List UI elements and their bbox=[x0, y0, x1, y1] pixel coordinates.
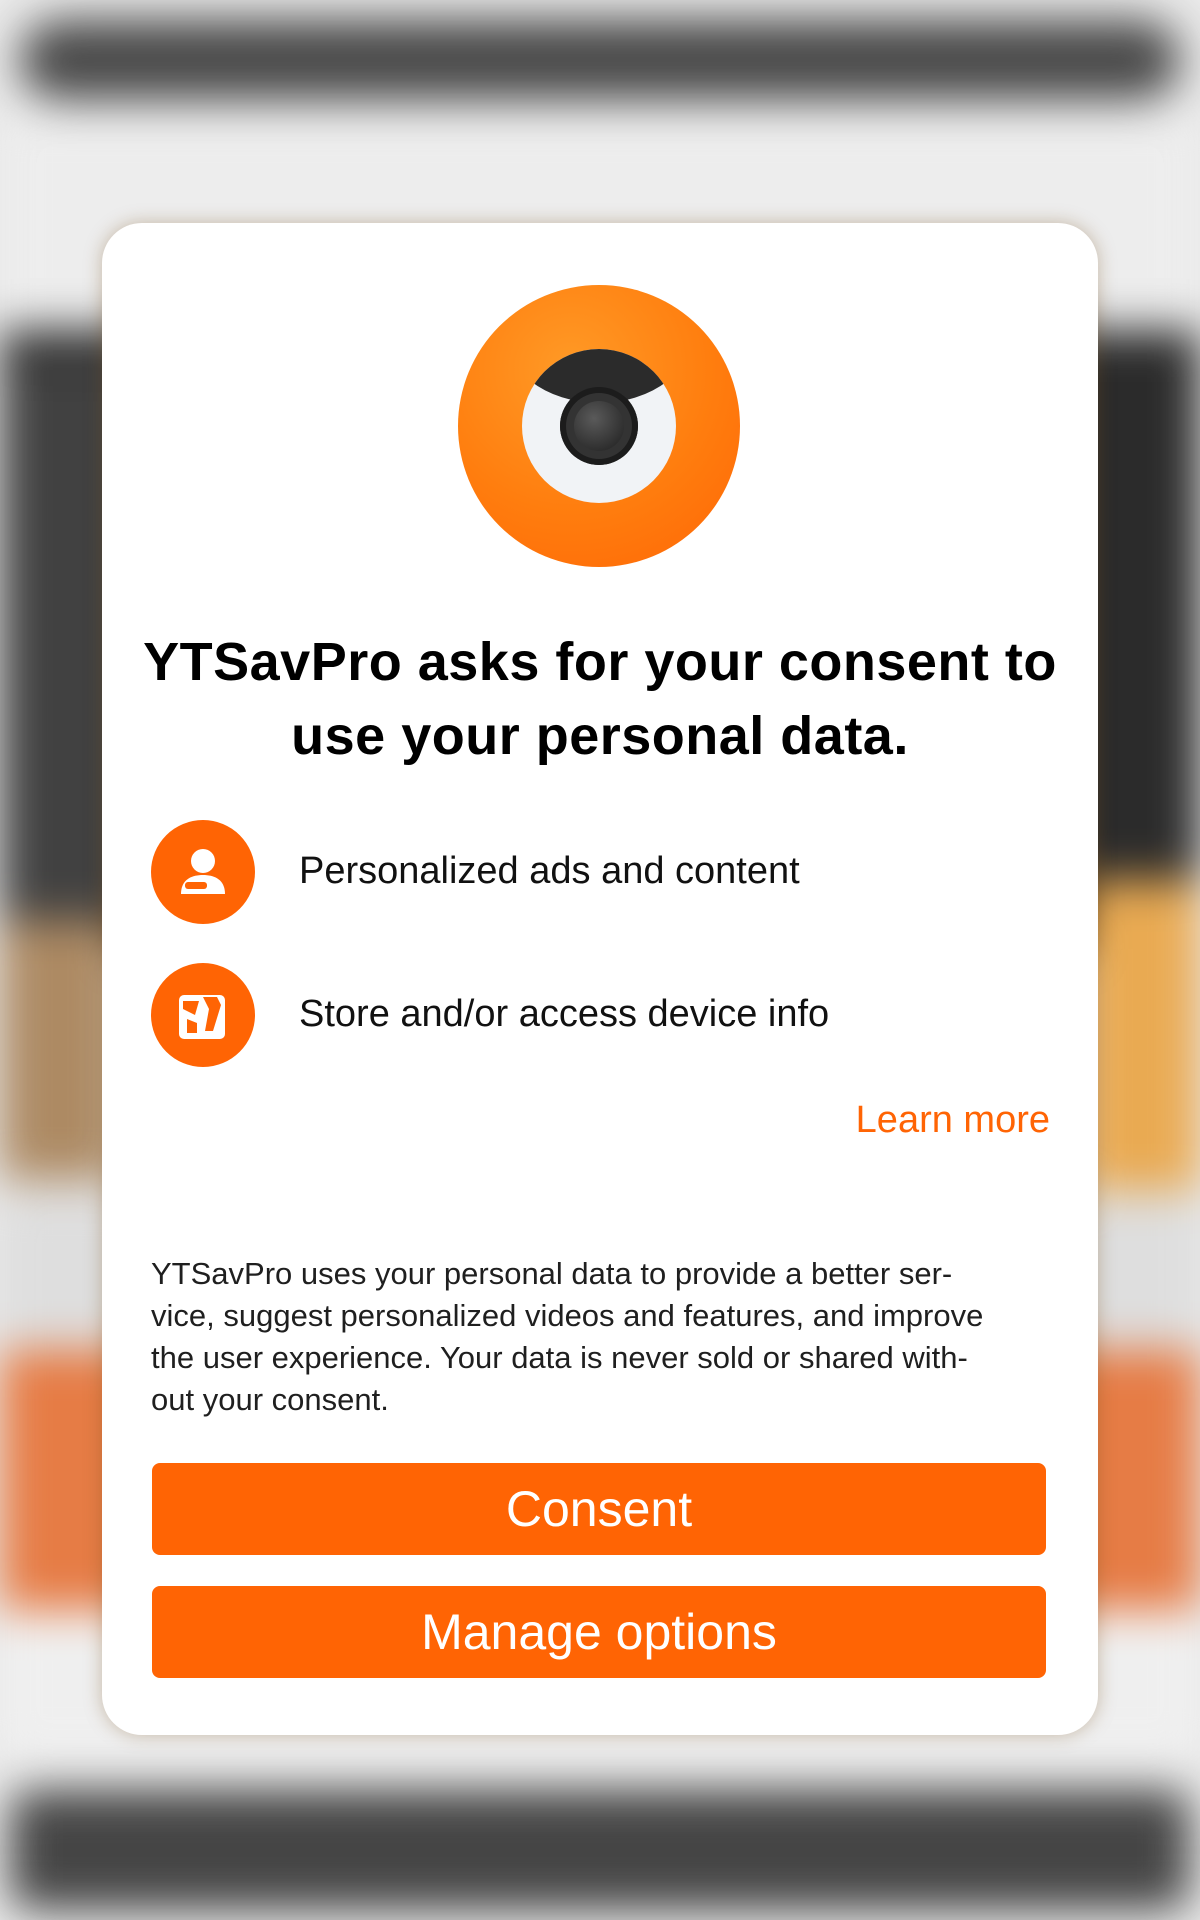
logo-eye bbox=[522, 349, 676, 503]
person-icon bbox=[151, 820, 255, 924]
consent-dialog: YTSavPro asks for your consent to use yo… bbox=[102, 223, 1098, 1735]
description-line: YTSavPro uses your personal data to prov… bbox=[151, 1256, 953, 1291]
dialog-title: YTSavPro asks for your consent to use yo… bbox=[143, 632, 1057, 766]
purpose-label: Personalized ads and content bbox=[299, 850, 800, 892]
purpose-item-device-access: Store and/or access device info bbox=[151, 963, 1031, 1067]
purpose-item-personalized-ads: Personalized ads and content bbox=[151, 820, 1031, 924]
device-access-icon bbox=[151, 963, 255, 1067]
description-line: the user experience. Your data is never … bbox=[151, 1340, 968, 1375]
description-line: out your consent. bbox=[151, 1382, 389, 1417]
description-line: vice, suggest personalized videos and fe… bbox=[151, 1298, 984, 1333]
purpose-label: Store and/or access device info bbox=[299, 993, 830, 1035]
consent-button[interactable]: Consent bbox=[152, 1463, 1046, 1555]
logo-eye-pupil bbox=[560, 387, 638, 465]
learn-more-link[interactable]: Learn more bbox=[856, 1095, 1050, 1145]
consent-description: YTSavPro uses your personal data to prov… bbox=[151, 1253, 1051, 1421]
manage-options-button[interactable]: Manage options bbox=[152, 1586, 1046, 1678]
app-logo-icon bbox=[458, 285, 740, 567]
